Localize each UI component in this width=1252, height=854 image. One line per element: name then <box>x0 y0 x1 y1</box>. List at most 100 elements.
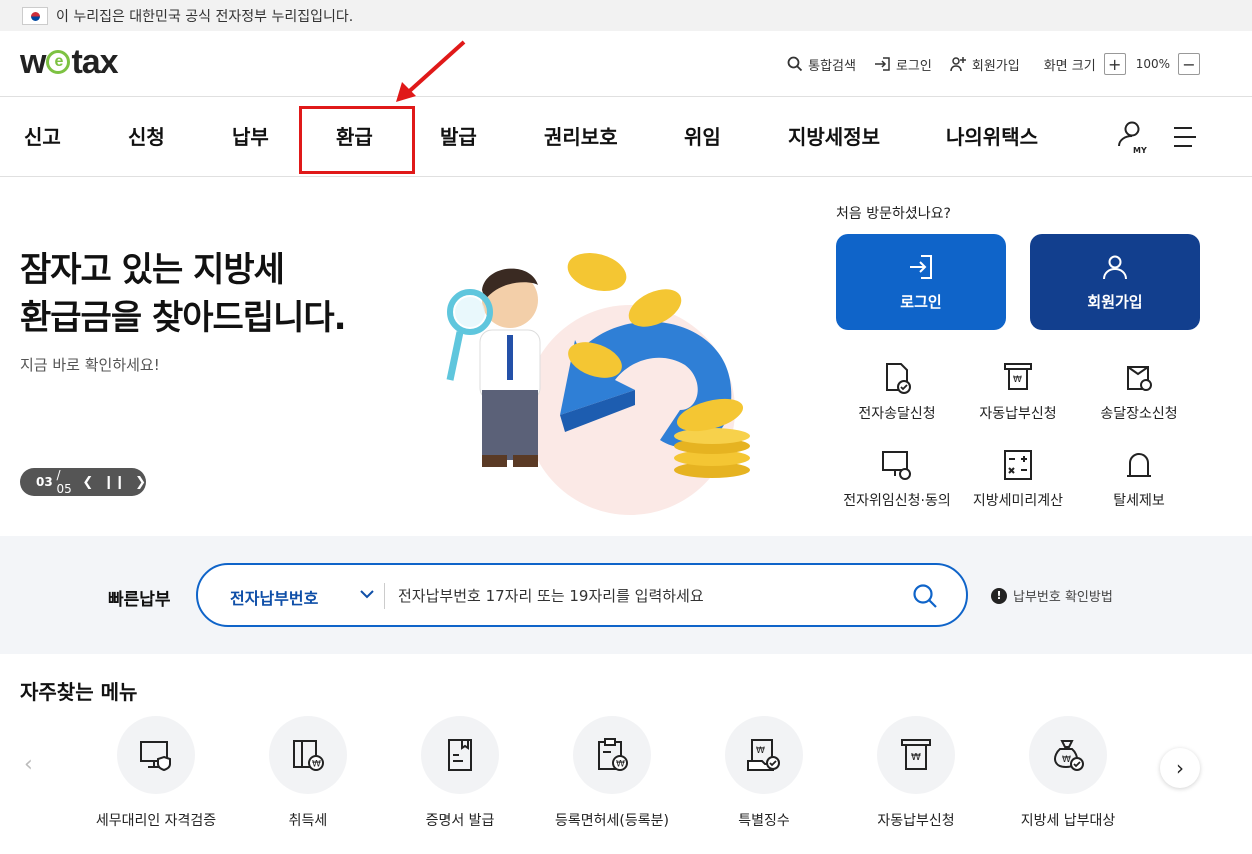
frequent-menu-item[interactable]: 증명서 발급 <box>385 716 535 830</box>
frequent-menu-item[interactable]: ₩ 취득세 <box>233 716 383 830</box>
wetax-logo[interactable]: w e tax <box>20 42 119 81</box>
svg-text:₩: ₩ <box>312 760 321 770</box>
frequent-menu-item[interactable]: ₩ 지방세 납부대상 <box>993 716 1143 830</box>
frequent-menu-label: 증명서 발급 <box>425 813 495 829</box>
info-icon: ! <box>991 587 1007 604</box>
header: w e tax 통합검색 로그인 회원가입 화면 크기 + 100% − <box>0 31 1252 97</box>
annotation-highlight-box <box>299 106 415 174</box>
svg-text:₩: ₩ <box>616 760 625 770</box>
join-button-label: 회원가입 <box>1087 292 1143 311</box>
main-nav: 신고 신청 납부 환급 발급 권리보호 위임 지방세정보 나의위택스 <box>0 97 1252 177</box>
korea-flag-icon <box>22 6 48 25</box>
my-page-icon[interactable]: MY <box>1115 120 1149 156</box>
signup-link[interactable]: 회원가입 <box>950 55 1020 74</box>
logo-part: w <box>20 42 46 81</box>
hero-subtitle: 지금 바로 확인하세요! <box>20 356 160 374</box>
pager-current: 03 <box>36 475 53 489</box>
quick-link-tax-calculator[interactable]: 지방세미리계산 <box>953 448 1083 510</box>
nav-item-delegation[interactable]: 위임 <box>684 97 721 177</box>
quick-link-delivery-address[interactable]: 송달장소신청 <box>1074 361 1204 423</box>
fast-pay-label: 빠른납부 <box>108 590 171 610</box>
frequent-menu-item[interactable]: ₩ 등록면허세(등록분) <box>537 716 687 830</box>
login-link[interactable]: 로그인 <box>874 55 932 74</box>
slide-pager: 03 / 05 ❮ ❙❙ ❯ <box>20 468 146 496</box>
search-icon <box>787 56 803 72</box>
hero-title-line: 잠자고 있는 지방세 <box>20 250 285 290</box>
login-link-label: 로그인 <box>895 58 932 74</box>
refund-illustration <box>446 252 750 515</box>
monitor-lock-icon <box>882 451 911 480</box>
zoom-out-button[interactable]: − <box>1178 53 1200 75</box>
nav-item-issue[interactable]: 발급 <box>440 97 477 177</box>
header-utils: 통합검색 로그인 회원가입 화면 크기 + 100% − <box>769 53 1200 75</box>
receipt-won-icon: ₩ <box>1004 363 1032 390</box>
quick-link-label: 전자위임신청·동의 <box>843 493 951 509</box>
alarm-bell-icon <box>1127 453 1151 477</box>
divider <box>384 583 385 609</box>
chevron-right-icon[interactable]: › <box>1160 748 1200 788</box>
frequent-menu-item[interactable]: 세무대리인 자격검증 <box>81 716 231 830</box>
nav-item-my-wetax[interactable]: 나의위택스 <box>946 97 1038 177</box>
quick-link-tax-evasion-report[interactable]: 탈세제보 <box>1074 448 1204 510</box>
quick-link-label: 송달장소신청 <box>1100 406 1178 422</box>
search-link[interactable]: 통합검색 <box>787 55 856 74</box>
svg-text:₩: ₩ <box>1013 375 1022 385</box>
gov-banner: 이 누리집은 대한민국 공식 전자정부 누리집입니다. <box>0 0 1252 31</box>
certificate-icon <box>448 739 472 771</box>
login-button-label: 로그인 <box>900 292 942 311</box>
frequent-menu-label: 등록면허세(등록분) <box>555 813 669 829</box>
quick-link-auto-pay[interactable]: ₩ 자동납부신청 <box>953 361 1083 423</box>
annotation-arrow-icon <box>396 40 466 102</box>
svg-text:₩: ₩ <box>756 746 765 756</box>
svg-text:₩: ₩ <box>1062 755 1071 765</box>
fast-pay-section: 빠른납부 전자납부번호 ! 납부번호 확인방법 <box>0 536 1252 654</box>
payment-number-help-link[interactable]: ! 납부번호 확인방법 <box>991 586 1113 605</box>
frequent-menu-label: 특별징수 <box>738 813 790 829</box>
receipt-won-icon: ₩ <box>901 739 931 770</box>
chevron-down-icon[interactable] <box>358 585 376 603</box>
frequent-menu-label: 취득세 <box>288 813 328 829</box>
nav-item-report[interactable]: 신고 <box>24 97 61 177</box>
quick-link-label: 전자송달신청 <box>858 406 936 422</box>
search-link-label: 통합검색 <box>808 58 856 74</box>
frequent-menu-title: 자주찾는 메뉴 <box>20 680 138 704</box>
nav-item-rights[interactable]: 권리보호 <box>544 97 618 177</box>
logo-e-mark: e <box>46 50 71 74</box>
nav-item-apply[interactable]: 신청 <box>128 97 165 177</box>
hero-title-line: 환급금을 찾아드립니다. <box>20 298 347 338</box>
frequent-menu-item[interactable]: ₩ 특별징수 <box>689 716 839 830</box>
quick-link-label: 지방세미리계산 <box>972 493 1064 509</box>
frequent-menu-label: 세무대리인 자격검증 <box>95 813 217 829</box>
pause-icon[interactable]: ❙❙ <box>103 475 125 490</box>
quick-link-e-delivery[interactable]: 전자송달신청 <box>832 361 962 423</box>
monitor-shield-icon <box>140 741 171 772</box>
login-button[interactable]: 로그인 <box>836 234 1006 330</box>
frequent-menu-item[interactable]: ₩ 자동납부신청 <box>841 716 991 830</box>
quick-link-e-delegation[interactable]: 전자위임신청·동의 <box>832 448 962 510</box>
payment-type-select[interactable]: 전자납부번호 <box>230 585 318 609</box>
svg-text:₩: ₩ <box>911 752 921 763</box>
building-won-icon: ₩ <box>293 740 324 771</box>
zoom-value: 100% <box>1135 57 1170 71</box>
document-won-check-icon: ₩ <box>747 739 780 771</box>
help-label: 납부번호 확인방법 <box>1013 590 1113 605</box>
nav-item-payment[interactable]: 납부 <box>232 97 269 177</box>
frequent-menu-label: 지방세 납부대상 <box>1020 813 1116 829</box>
nav-item-local-tax-info[interactable]: 지방세정보 <box>788 97 880 177</box>
first-visit-text: 처음 방문하셨나요? <box>836 206 951 222</box>
payment-number-input[interactable] <box>398 579 878 613</box>
quick-link-label: 탈세제보 <box>1113 493 1165 509</box>
fast-pay-search-box: 전자납부번호 <box>196 563 968 627</box>
prev-slide-icon[interactable]: ❮ <box>82 475 93 490</box>
frequent-menu-label: 자동납부신청 <box>877 813 955 829</box>
zoom-in-button[interactable]: + <box>1103 53 1126 75</box>
next-slide-icon[interactable]: ❯ <box>135 475 146 490</box>
chevron-left-icon[interactable]: ‹ <box>24 752 33 777</box>
quick-link-label: 자동납부신청 <box>979 406 1057 422</box>
document-check-icon <box>886 363 911 394</box>
hero-title: 잠자고 있는 지방세 환급금을 찾아드립니다. <box>20 246 347 342</box>
hamburger-menu-icon[interactable] <box>1172 126 1198 148</box>
gov-banner-text: 이 누리집은 대한민국 공식 전자정부 누리집입니다. <box>56 8 354 25</box>
join-button[interactable]: 회원가입 <box>1030 234 1200 330</box>
search-icon[interactable] <box>912 583 938 609</box>
